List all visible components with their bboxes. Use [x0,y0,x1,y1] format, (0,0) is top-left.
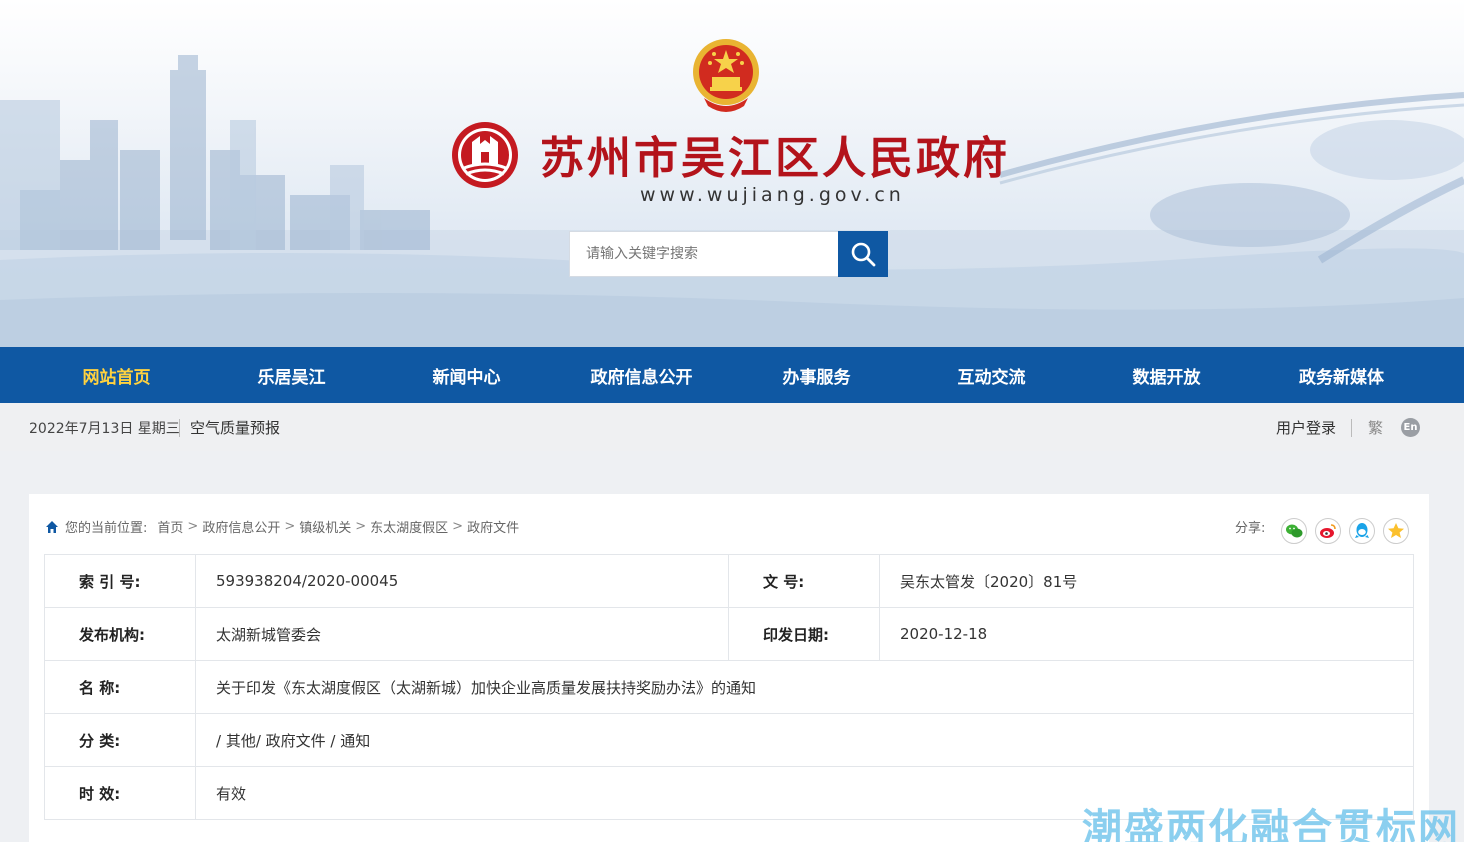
document-meta-table: 索 引 号: 593938204/2020-00045 文 号: 吴东太管发〔2… [44,554,1414,820]
nav-item-services[interactable]: 办事服务 [729,347,904,403]
breadcrumb-lead: 您的当前位置: [65,521,148,536]
watermark-text: 潮盛两化融合贯标网 [1082,806,1460,842]
publisher-label: 发布机构: [44,607,196,661]
category-label: 分 类: [44,713,196,767]
user-login-link[interactable]: 用户登录 [1276,417,1336,438]
nav-item-open-data[interactable]: 数据开放 [1079,347,1254,403]
breadcrumb-separator: > [355,519,367,534]
site-title: 苏州市吴江区人民政府 [540,133,1010,184]
nav-item-new-media[interactable]: 政务新媒体 [1254,347,1429,403]
breadcrumb-separator: > [284,519,296,534]
divider [179,419,180,437]
main-nav: 网站首页 乐居吴江 新闻中心 政府信息公开 办事服务 互动交流 数据开放 政务新… [0,347,1464,403]
breadcrumb-item-town-agencies[interactable]: 镇级机关 [299,517,351,536]
home-icon [46,520,58,533]
english-toggle[interactable]: En [1401,418,1420,437]
national-emblem-icon [693,39,759,112]
nav-item-living[interactable]: 乐居吴江 [204,347,379,403]
wechat-icon [1286,524,1303,538]
name-label: 名 称: [44,660,196,714]
index-value: 593938204/2020-00045 [195,554,729,608]
table-row: 发布机构: 太湖新城管委会 印发日期: 2020-12-18 [44,607,1414,661]
info-bar: 2022年7月13日 星期三 空气质量预报 用户登录 繁 En [0,403,1464,451]
share-weibo-button[interactable] [1315,518,1341,544]
search-icon [851,242,876,267]
table-row: 索 引 号: 593938204/2020-00045 文 号: 吴东太管发〔2… [44,554,1414,608]
nav-item-home[interactable]: 网站首页 [29,347,204,403]
breadcrumb-item-gov-docs[interactable]: 政府文件 [467,517,519,536]
share-qq-button[interactable] [1349,518,1375,544]
breadcrumb: 您的当前位置: 首页 > 政府信息公开 > 镇级机关 > 东太湖度假区 > 政府… [45,517,519,536]
nav-item-info-disclosure[interactable]: 政府信息公开 [554,347,729,403]
air-quality-link[interactable]: 空气质量预报 [190,417,280,438]
content-card: 您的当前位置: 首页 > 政府信息公开 > 镇级机关 > 东太湖度假区 > 政府… [29,494,1429,842]
breadcrumb-separator: > [452,519,464,534]
nav-item-news[interactable]: 新闻中心 [379,347,554,403]
breadcrumb-item-resort[interactable]: 东太湖度假区 [370,517,448,536]
divider [1351,419,1352,437]
table-row: 名 称: 关于印发《东太湖度假区（太湖新城）加快企业高质量发展扶持奖励办法》的通… [44,660,1414,714]
traditional-chinese-toggle[interactable]: 繁 [1368,417,1383,438]
wujiang-logo-icon [452,122,518,188]
validity-label: 时 效: [44,766,196,820]
share-label: 分享: [1235,521,1266,536]
docno-value: 吴东太管发〔2020〕81号 [879,554,1414,608]
category-value: / 其他/ 政府文件 / 通知 [195,713,1414,767]
breadcrumb-item-info-disclosure[interactable]: 政府信息公开 [202,517,280,536]
name-value: 关于印发《东太湖度假区（太湖新城）加快企业高质量发展扶持奖励办法》的通知 [195,660,1414,714]
issue-date-label: 印发日期: [728,607,880,661]
issue-date-value: 2020-12-18 [879,607,1414,661]
header-banner: 苏州市吴江区人民政府 www.wujiang.gov.cn [0,0,1464,347]
weibo-icon [1320,524,1336,538]
search-input[interactable] [569,231,839,277]
site-url: www.wujiang.gov.cn [640,184,905,206]
qzone-icon [1388,523,1404,538]
table-row: 分 类: / 其他/ 政府文件 / 通知 [44,713,1414,767]
breadcrumb-item-home[interactable]: 首页 [157,517,183,536]
qq-icon [1355,523,1369,538]
breadcrumb-separator: > [187,519,199,534]
publisher-value: 太湖新城管委会 [195,607,729,661]
share-qzone-button[interactable] [1383,518,1409,544]
share-wechat-button[interactable] [1281,518,1307,544]
nav-item-interaction[interactable]: 互动交流 [904,347,1079,403]
current-date: 2022年7月13日 星期三 [29,421,180,437]
index-label: 索 引 号: [44,554,196,608]
search-button[interactable] [838,231,888,277]
docno-label: 文 号: [728,554,880,608]
